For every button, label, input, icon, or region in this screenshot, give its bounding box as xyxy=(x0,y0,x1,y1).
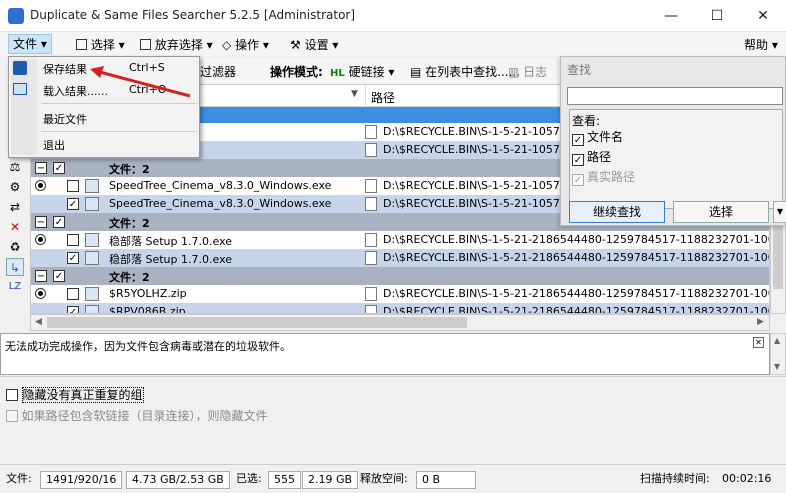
annotation-arrow xyxy=(90,66,191,98)
